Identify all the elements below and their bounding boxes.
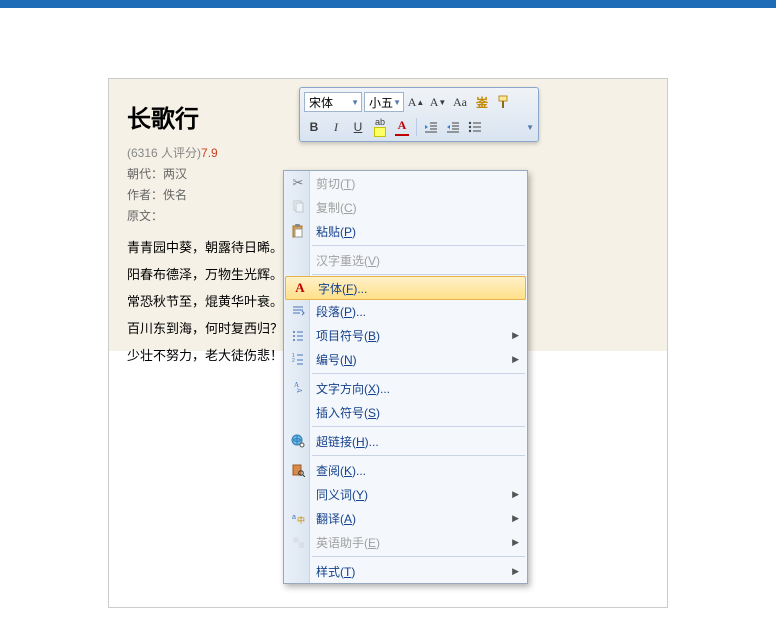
- menu-item-paste[interactable]: 粘贴(P): [284, 219, 527, 243]
- underline-button[interactable]: U: [348, 117, 368, 137]
- menu-separator: [312, 245, 525, 246]
- scissors-icon: ✂: [286, 171, 310, 195]
- menu-item-paragraph[interactable]: 段落(P)...: [284, 299, 527, 323]
- menu-label: 段落(P)...: [310, 303, 527, 320]
- menu-item-cut[interactable]: ✂ 剪切(T): [284, 171, 527, 195]
- decrease-indent-button[interactable]: [421, 117, 441, 137]
- menu-item-styles[interactable]: 样式(T) ▶: [284, 559, 527, 583]
- menu-label: 文字方向(X)...: [310, 380, 527, 397]
- rating-count: (6316 人评分): [127, 146, 201, 160]
- window-top-border: [0, 0, 776, 8]
- rating-line: (6316 人评分)7.9: [127, 144, 649, 161]
- menu-separator: [312, 455, 525, 456]
- blank-icon: [286, 559, 310, 583]
- text-direction-icon: AA: [286, 376, 310, 400]
- dynasty-value: 两汉: [163, 167, 187, 181]
- dynasty-label: 朝代：: [127, 167, 163, 181]
- paste-icon: [286, 219, 310, 243]
- submenu-arrow-icon: ▶: [512, 489, 519, 500]
- menu-item-copy[interactable]: 复制(C): [284, 195, 527, 219]
- chevron-down-icon: ▼: [351, 98, 359, 107]
- menu-label: 剪切(T): [310, 175, 527, 192]
- menu-item-insert-symbol[interactable]: 插入符号(S): [284, 400, 527, 424]
- menu-label: 项目符号(B): [310, 327, 527, 344]
- menu-item-hyperlink[interactable]: 超链接(H)...: [284, 429, 527, 453]
- assistant-icon: [286, 530, 310, 554]
- menu-label: 英语助手(E): [310, 534, 527, 551]
- chevron-down-icon[interactable]: ▼: [526, 123, 534, 132]
- paragraph-icon: [286, 299, 310, 323]
- submenu-arrow-icon: ▶: [512, 513, 519, 524]
- menu-item-cjk-reselect[interactable]: 汉字重选(V): [284, 248, 527, 272]
- author-value: 佚名: [163, 188, 187, 202]
- menu-label: 超链接(H)...: [310, 433, 527, 450]
- menu-separator: [312, 556, 525, 557]
- blank-icon: [286, 482, 310, 506]
- highlight-color-button[interactable]: ab: [370, 117, 390, 137]
- copy-icon: [286, 195, 310, 219]
- font-size-dropdown[interactable]: 小五 ▼: [364, 92, 404, 112]
- author-label: 作者：: [127, 188, 163, 202]
- globe-link-icon: [286, 429, 310, 453]
- bullet-list-button[interactable]: [465, 117, 485, 137]
- increase-indent-button[interactable]: [443, 117, 463, 137]
- menu-label: 翻译(A): [310, 510, 527, 527]
- rating-score: 7.9: [201, 146, 218, 160]
- svg-text:2: 2: [292, 358, 295, 364]
- change-case-button[interactable]: Aa: [450, 92, 470, 112]
- font-name-value: 宋体: [309, 94, 333, 111]
- svg-text:中: 中: [297, 515, 305, 525]
- font-a-icon: A: [288, 276, 312, 300]
- menu-label: 样式(T): [310, 563, 527, 580]
- menu-item-english-assistant[interactable]: 英语助手(E) ▶: [284, 530, 527, 554]
- context-menu: ✂ 剪切(T) 复制(C) 粘贴(P) 汉字重选(V) A 字体(F)...: [283, 170, 528, 584]
- shrink-font-button[interactable]: A▼: [428, 92, 448, 112]
- chevron-down-icon: ▼: [393, 98, 401, 107]
- format-painter-button[interactable]: [494, 92, 514, 112]
- svg-text:A: A: [295, 388, 303, 393]
- submenu-arrow-icon: ▶: [512, 537, 519, 548]
- menu-item-font[interactable]: A 字体(F)...: [285, 276, 526, 300]
- font-size-value: 小五: [369, 94, 393, 111]
- grow-font-button[interactable]: A▲: [406, 92, 426, 112]
- menu-label: 查阅(K)...: [310, 462, 527, 479]
- numbering-icon: 12: [286, 347, 310, 371]
- menu-item-text-direction[interactable]: AA 文字方向(X)...: [284, 376, 527, 400]
- book-search-icon: [286, 458, 310, 482]
- svg-text:a: a: [292, 514, 296, 521]
- blank-icon: [286, 400, 310, 424]
- font-color-button[interactable]: A: [392, 117, 412, 137]
- bold-button[interactable]: B: [304, 117, 324, 137]
- bullets-icon: [286, 323, 310, 347]
- menu-label: 复制(C): [310, 199, 527, 216]
- toolbar-separator: [416, 118, 417, 136]
- menu-separator: [312, 274, 525, 275]
- menu-label: 粘贴(P): [310, 223, 527, 240]
- menu-label: 字体(F)...: [312, 280, 525, 297]
- menu-item-bullets[interactable]: 项目符号(B) ▶: [284, 323, 527, 347]
- italic-button[interactable]: I: [326, 117, 346, 137]
- menu-separator: [312, 373, 525, 374]
- menu-separator: [312, 426, 525, 427]
- font-name-dropdown[interactable]: 宋体 ▼: [304, 92, 362, 112]
- menu-item-synonyms[interactable]: 同义词(Y) ▶: [284, 482, 527, 506]
- menu-label: 插入符号(S): [310, 404, 527, 421]
- submenu-arrow-icon: ▶: [512, 566, 519, 577]
- translate-icon: a中: [286, 506, 310, 530]
- phonetic-guide-button[interactable]: 崟: [472, 92, 492, 112]
- blank-icon: [286, 248, 310, 272]
- menu-item-translate[interactable]: a中 翻译(A) ▶: [284, 506, 527, 530]
- menu-label: 编号(N): [310, 351, 527, 368]
- submenu-arrow-icon: ▶: [512, 330, 519, 341]
- menu-label: 汉字重选(V): [310, 252, 527, 269]
- menu-item-lookup[interactable]: 查阅(K)...: [284, 458, 527, 482]
- mini-format-toolbar: 宋体 ▼ 小五 ▼ A▲ A▼ Aa 崟 B I U ab: [299, 87, 539, 142]
- menu-label: 同义词(Y): [310, 486, 527, 503]
- submenu-arrow-icon: ▶: [512, 354, 519, 365]
- menu-item-numbering[interactable]: 12 编号(N) ▶: [284, 347, 527, 371]
